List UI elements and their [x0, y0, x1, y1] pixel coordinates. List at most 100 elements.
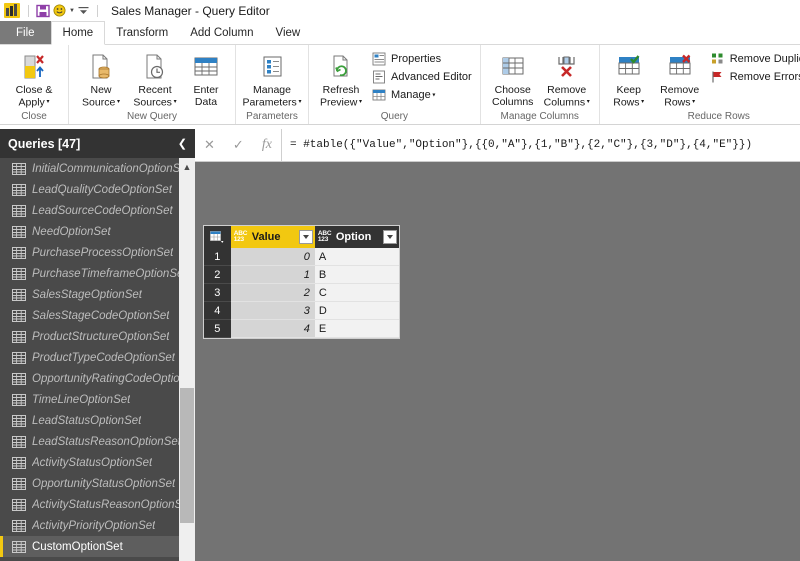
new-source-icon — [86, 51, 116, 83]
queries-scrollbar[interactable]: ▲ — [179, 158, 195, 561]
table-icon — [12, 309, 26, 322]
enter-data-button[interactable]: Enter Data — [182, 48, 230, 108]
query-item[interactable]: OpportunityStatusOptionSet — [0, 473, 195, 494]
choose-columns-button[interactable]: Choose Columns — [486, 48, 540, 108]
query-item[interactable]: NeedOptionSet — [0, 221, 195, 242]
cell-option[interactable]: E — [314, 320, 400, 338]
query-item[interactable]: ActivityStatusOptionSet — [0, 452, 195, 473]
query-item[interactable]: ActivityPriorityOptionSet — [0, 515, 195, 536]
query-item[interactable]: SalesStageOptionSet — [0, 284, 195, 305]
tab-home[interactable]: Home — [50, 21, 106, 45]
accept-icon[interactable]: ✓ — [233, 137, 244, 153]
cell-value[interactable]: 3 — [230, 302, 315, 320]
cell-option[interactable]: D — [314, 302, 400, 320]
cell-value[interactable]: 0 — [230, 248, 315, 266]
cancel-icon[interactable]: ✕ — [204, 137, 215, 153]
cell-value[interactable]: 2 — [230, 284, 315, 302]
manage-parameters-button[interactable]: Manage Parameters ▾ — [241, 48, 303, 109]
properties-button[interactable]: Properties — [368, 50, 475, 68]
tab-transform[interactable]: Transform — [105, 21, 179, 44]
query-item[interactable]: PurchaseProcessOptionSet — [0, 242, 195, 263]
scrollbar-thumb[interactable] — [180, 388, 194, 523]
table-row[interactable]: 32C — [204, 284, 400, 302]
fx-icon[interactable]: fx — [262, 137, 272, 153]
query-item-label: ActivityStatusOptionSet — [32, 456, 153, 469]
recent-sources-button[interactable]: Recent Sources ▾ — [128, 48, 182, 109]
table-icon — [12, 267, 26, 280]
advanced-editor-button[interactable]: Advanced Editor — [368, 68, 475, 86]
table-row[interactable]: 43D — [204, 302, 400, 320]
row-number: 5 — [204, 320, 231, 338]
cell-option[interactable]: B — [314, 266, 400, 284]
query-item[interactable]: ProductStructureOptionSet — [0, 326, 195, 347]
keep-rows-button[interactable]: Keep Rows ▾ — [605, 48, 653, 109]
query-item[interactable]: PurchaseTimeframeOptionSet — [0, 263, 195, 284]
manage-button[interactable]: Manage ▾ — [368, 86, 475, 104]
select-all-columns-icon[interactable] — [204, 226, 231, 248]
column-header-option[interactable]: ABC 123 Option — [314, 226, 399, 248]
query-item[interactable]: TimeLineOptionSet — [0, 389, 195, 410]
query-item[interactable]: LeadSourceCodeOptionSet — [0, 200, 195, 221]
table-icon — [12, 498, 26, 511]
ribbon-group-label-close: Close — [21, 111, 47, 122]
query-item[interactable]: LeadQualityCodeOptionSet — [0, 179, 195, 200]
ribbon-group-reduce-rows: Keep Rows ▾ Remove Rows ▾ Remove Dupli R… — [598, 45, 800, 124]
title-bar: ▼ Sales Manager - Query Editor — [0, 0, 800, 21]
ribbon-group-new-query: New Source ▾ Recent Sources ▾ Enter Data… — [68, 45, 235, 124]
query-item[interactable]: SalesStageCodeOptionSet — [0, 305, 195, 326]
new-source-label: New Source ▾ — [82, 84, 120, 109]
table-icon — [12, 372, 26, 385]
ribbon-group-query: Refresh Preview ▾ Properties Advanced Ed… — [308, 45, 480, 124]
query-item-label: SalesStageCodeOptionSet — [32, 309, 170, 322]
query-item[interactable]: LeadStatusReasonOptionSet — [0, 431, 195, 452]
filter-button-value[interactable] — [298, 230, 313, 244]
refresh-preview-label: Refresh Preview ▾ — [319, 84, 363, 109]
remove-columns-button[interactable]: Remove Columns ▾ — [540, 48, 594, 109]
table-row[interactable]: 54E — [204, 320, 400, 338]
queries-list[interactable]: InitialCommunicationOptionSet LeadQuality… — [0, 158, 195, 561]
formula-input[interactable]: = #table({"Value","Option"},{{0,"A"},{1,… — [282, 129, 800, 161]
new-source-button[interactable]: New Source ▾ — [74, 48, 128, 109]
remove-duplicates-button[interactable]: Remove Duplicates ▾ — [707, 50, 800, 68]
query-item-selected[interactable]: CustomOptionSet — [0, 536, 195, 557]
column-header-value-label: Value — [251, 231, 281, 243]
tab-view[interactable]: View — [265, 21, 312, 44]
query-item[interactable]: LeadStatusOptionSet — [0, 410, 195, 431]
power-bi-icon[interactable] — [4, 3, 20, 18]
cell-option[interactable]: A — [314, 248, 400, 266]
cell-option[interactable]: C — [314, 284, 400, 302]
manage-parameters-icon — [257, 51, 287, 83]
cell-value[interactable]: 4 — [230, 320, 315, 338]
remove-errors-button[interactable]: Remove Errors ▾ — [707, 68, 800, 86]
chevron-left-icon[interactable]: ❮ — [178, 137, 187, 150]
cell-value[interactable]: 1 — [230, 266, 315, 284]
smiley-icon[interactable] — [51, 2, 68, 19]
table-row[interactable]: 21B — [204, 266, 400, 284]
manage-icon — [371, 87, 387, 103]
save-icon[interactable] — [34, 2, 51, 19]
column-header-option-label: Option — [335, 231, 372, 243]
ribbon-tabstrip: File Home Transform Add Column View — [0, 21, 800, 45]
main-content-area: ✕ ✓ fx = #table({"Value","Option"},{{0,"… — [195, 129, 800, 561]
customize-quick-access-icon[interactable] — [75, 2, 92, 19]
filter-button-option[interactable] — [383, 230, 397, 244]
formula-bar: ✕ ✓ fx = #table({"Value","Option"},{{0,"… — [195, 129, 800, 162]
close-and-apply-button[interactable]: Close & Apply ▾ — [5, 48, 63, 109]
table-row[interactable]: 10A — [204, 248, 400, 266]
tab-file[interactable]: File — [0, 21, 51, 44]
query-item[interactable]: InitialCommunicationOptionSet — [0, 158, 195, 179]
query-item-label: CustomOptionSet — [32, 540, 123, 553]
query-item[interactable]: OpportunityRatingCodeOptionSet — [0, 368, 195, 389]
table-icon — [12, 330, 26, 343]
tab-add-column[interactable]: Add Column — [179, 21, 264, 44]
remove-duplicates-label: Remove Duplicates ▾ — [729, 53, 800, 65]
remove-rows-button[interactable]: Remove Rows ▾ — [653, 48, 707, 109]
query-item[interactable]: ActivityStatusReasonOptionSet — [0, 494, 195, 515]
query-item-label: NeedOptionSet — [32, 225, 111, 238]
query-item-label: LeadQualityCodeOptionSet — [32, 183, 173, 196]
query-item-label: LeadStatusReasonOptionSet — [32, 435, 181, 448]
scroll-up-icon[interactable]: ▲ — [179, 158, 195, 175]
column-header-value[interactable]: ABC 123 Value — [230, 226, 315, 248]
query-item[interactable]: ProductTypeCodeOptionSet — [0, 347, 195, 368]
refresh-preview-button[interactable]: Refresh Preview ▾ — [314, 48, 368, 109]
